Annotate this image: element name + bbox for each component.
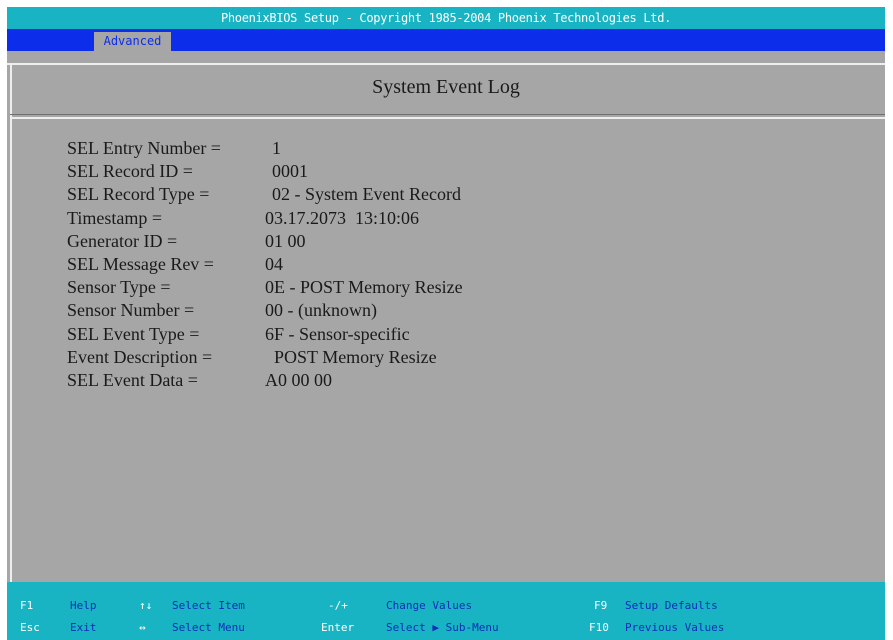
main-panel: System Event Log SEL Entry Number = 1 SE… [7, 51, 885, 582]
sel-entry-number-label: SEL Entry Number = [67, 138, 221, 158]
timestamp-value: 03.17.2073 13:10:06 [265, 207, 420, 228]
sel-record-type-value: 02 - System Event Record [272, 184, 461, 205]
page-title: System Event Log [372, 76, 520, 98]
f1-key: F1 [20, 599, 34, 612]
select-item-label: Select Item [172, 599, 245, 612]
tab-advanced[interactable]: Advanced [94, 32, 171, 51]
sensor-number-label: Sensor Number = [67, 300, 195, 321]
select-submenu-label: Select ▶ Sub-Menu [386, 621, 499, 634]
bios-title-bar: PhoenixBIOS Setup - Copyright 1985-2004 … [7, 7, 885, 29]
up-down-arrows-icon: ↑↓ [139, 599, 153, 612]
menu-bar: Advanced [7, 29, 885, 51]
select-menu-label: Select Menu [172, 621, 245, 634]
sel-record-id-value: 0001 [272, 161, 308, 182]
left-right-arrows-icon: ↔ [139, 621, 146, 634]
minus-plus-key: -/+ [328, 599, 348, 612]
event-description-label: Event Description = [67, 346, 213, 367]
sel-entry-number-value: 1 [272, 138, 281, 158]
sensor-type-value: 0E - POST Memory Resize [265, 277, 463, 298]
header-divider [10, 117, 885, 119]
enter-key: Enter [321, 621, 355, 634]
sensor-type-label: Sensor Type = [67, 277, 171, 298]
sensor-number-value: 00 - (unknown) [265, 300, 377, 321]
sel-record-id-label: SEL Record ID = [67, 161, 193, 182]
key-help-bar: F1 Help ↑↓ Select Item -/+ Change Values… [7, 582, 885, 640]
change-values-label: Change Values [386, 599, 473, 612]
header-divider-shadow [10, 114, 885, 115]
generator-id-label: Generator ID = [67, 230, 178, 251]
sel-message-rev-label: SEL Message Rev = [67, 253, 214, 274]
sel-message-rev-value: 04 [265, 253, 283, 274]
panel-border-left [10, 63, 12, 582]
f10-key: F10 [589, 621, 609, 634]
sel-event-type-label: SEL Event Type = [67, 323, 200, 344]
previous-values-label: Previous Values [625, 621, 725, 634]
sel-event-data-value: A0 00 00 [265, 369, 332, 390]
panel-border-top [7, 63, 885, 65]
setup-defaults-label: Setup Defaults [625, 599, 718, 612]
exit-label: Exit [70, 621, 97, 634]
generator-id-value: 01 00 [265, 230, 306, 251]
event-description-value: POST Memory Resize [274, 346, 437, 367]
f9-key: F9 [594, 599, 608, 612]
sel-record-type-label: SEL Record Type = [67, 184, 210, 205]
sel-event-type-value: 6F - Sensor-specific [265, 323, 410, 344]
timestamp-label: Timestamp = [67, 207, 163, 228]
help-label: Help [70, 599, 97, 612]
esc-key: Esc [20, 621, 40, 634]
sel-event-data-label: SEL Event Data = [67, 369, 198, 390]
